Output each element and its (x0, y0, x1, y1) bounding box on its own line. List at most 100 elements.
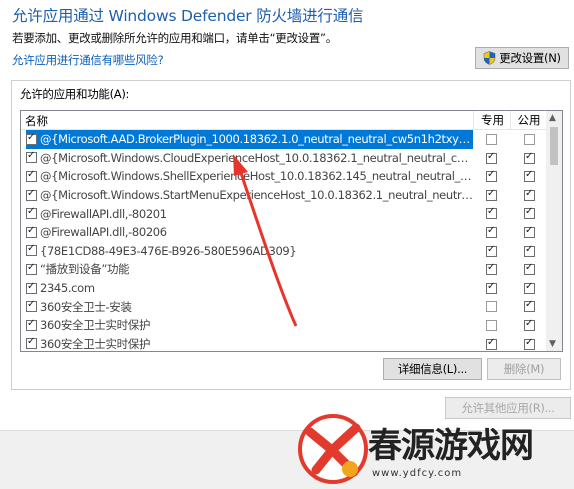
public-checkbox[interactable] (524, 299, 535, 313)
app-name-cell[interactable]: @{Microsoft.AAD.BrokerPlugin_1000.18362.… (26, 130, 473, 149)
public-checkbox[interactable] (524, 281, 535, 294)
private-checkbox[interactable] (486, 151, 497, 164)
app-name: {78E1CD88-49E3-476E-B926-580E596AD309} (40, 243, 297, 258)
private-checkbox[interactable] (486, 169, 497, 183)
change-settings-button[interactable]: 更改设置(N) (475, 47, 569, 69)
app-enabled-checkbox[interactable] (26, 169, 37, 182)
app-enabled-checkbox[interactable] (26, 188, 37, 201)
app-row[interactable]: @{Microsoft.Windows.CloudExperienceHost_… (21, 149, 546, 168)
app-name-cell[interactable]: @{Microsoft.Windows.StartMenuExperienceH… (26, 186, 473, 205)
private-cell (486, 151, 497, 164)
app-name-cell[interactable]: 360安全卫士实时保护 (26, 335, 473, 351)
change-settings-label: 更改设置(N) (499, 51, 561, 65)
column-header-private[interactable]: 专用 (473, 111, 511, 129)
private-checkbox[interactable] (486, 281, 497, 294)
uac-shield-icon (483, 51, 496, 65)
app-enabled-checkbox[interactable] (26, 243, 37, 257)
app-name: 360安全卫士实时保护 (40, 318, 151, 333)
private-checkbox[interactable] (486, 225, 497, 238)
app-row[interactable]: 2345.com (21, 279, 546, 298)
app-row[interactable]: {78E1CD88-49E3-476E-B926-580E596AD309} (21, 242, 546, 261)
app-row[interactable]: @{Microsoft.Windows.StartMenuExperienceH… (21, 186, 546, 205)
app-row[interactable]: 360安全卫士-安装 (21, 297, 546, 316)
instructions-text: 若要添加、更改或删除所允许的应用和端口，请单击“更改设置”。 (12, 31, 337, 45)
app-row[interactable]: @FirewallAPI.dll,-80201 (21, 204, 546, 223)
app-row[interactable]: 360安全卫士实时保护 (21, 335, 546, 351)
app-enabled-checkbox[interactable] (26, 281, 37, 294)
private-checkbox[interactable] (486, 134, 497, 145)
app-enabled-checkbox[interactable] (26, 299, 37, 313)
private-cell (486, 319, 497, 331)
app-name-cell[interactable]: @FirewallAPI.dll,-80206 (26, 223, 473, 242)
column-header-public[interactable]: 公用 (510, 111, 547, 129)
public-cell (524, 188, 535, 201)
app-name-cell[interactable]: @{Microsoft.Windows.ShellExperienceHost_… (26, 167, 473, 186)
watermark: 春源游戏网 www.ydfcy.com (296, 412, 574, 488)
public-cell (524, 244, 535, 257)
public-cell (524, 318, 535, 331)
private-cell (486, 225, 497, 238)
private-checkbox[interactable] (486, 262, 497, 276)
app-name-cell[interactable]: @FirewallAPI.dll,-80201 (26, 204, 473, 223)
scroll-up-icon[interactable]: ▲ (549, 113, 556, 123)
delete-button[interactable]: 删除(M) (487, 358, 561, 380)
app-name-cell[interactable]: {78E1CD88-49E3-476E-B926-580E596AD309} (26, 242, 473, 261)
app-row[interactable]: @FirewallAPI.dll,-80206 (21, 223, 546, 242)
public-checkbox[interactable] (524, 262, 535, 276)
app-row[interactable]: @{Microsoft.Windows.ShellExperienceHost_… (21, 167, 546, 186)
app-name: @{Microsoft.Windows.StartMenuExperienceH… (40, 188, 473, 203)
app-name-cell[interactable]: @{Microsoft.Windows.CloudExperienceHost_… (26, 149, 473, 168)
public-cell (524, 299, 535, 313)
column-header-name[interactable]: 名称 (25, 113, 48, 129)
public-checkbox[interactable] (524, 169, 535, 183)
app-enabled-checkbox[interactable] (26, 262, 37, 275)
scroll-down-icon[interactable]: ▼ (549, 339, 556, 349)
allowed-apps-list[interactable]: 名称 专用 公用 @{Microsoft.AAD.BrokerPlugin_10… (20, 110, 563, 352)
watermark-logo-icon (298, 414, 368, 484)
app-row[interactable]: @{Microsoft.AAD.BrokerPlugin_1000.18362.… (21, 130, 546, 149)
public-cell (524, 262, 535, 276)
public-checkbox[interactable] (524, 134, 535, 145)
private-checkbox[interactable] (486, 188, 497, 201)
private-checkbox[interactable] (486, 337, 497, 350)
details-button[interactable]: 详细信息(L)... (383, 358, 482, 380)
app-name-cell[interactable]: 2345.com (26, 279, 473, 298)
private-cell (486, 169, 497, 183)
private-cell (486, 262, 497, 276)
private-checkbox[interactable] (486, 319, 497, 331)
private-checkbox[interactable] (486, 244, 497, 257)
public-checkbox[interactable] (524, 244, 535, 257)
app-enabled-checkbox[interactable] (26, 206, 37, 220)
vertical-scrollbar[interactable]: ▲ ▼ (546, 111, 562, 351)
app-name: @{Microsoft.Windows.CloudExperienceHost_… (40, 150, 473, 165)
private-cell (486, 244, 497, 257)
app-name-cell[interactable]: 360安全卫士-安装 (26, 297, 473, 316)
public-checkbox[interactable] (524, 318, 535, 331)
app-name-cell[interactable]: 360安全卫士实时保护 (26, 316, 473, 335)
app-row[interactable]: “播放到设备”功能 (21, 260, 546, 279)
public-checkbox[interactable] (524, 151, 535, 164)
scrollbar-thumb[interactable] (550, 127, 558, 165)
public-checkbox[interactable] (524, 206, 535, 220)
app-enabled-checkbox[interactable] (26, 150, 37, 164)
app-enabled-checkbox[interactable] (26, 132, 37, 145)
private-checkbox[interactable] (486, 301, 497, 313)
risk-info-link[interactable]: 允许应用进行通信有哪些风险? (12, 52, 164, 68)
public-checkbox[interactable] (524, 337, 535, 350)
private-cell (486, 206, 497, 220)
app-name: 360安全卫士实时保护 (40, 336, 151, 351)
app-enabled-checkbox[interactable] (26, 318, 37, 331)
app-name: @FirewallAPI.dll,-80201 (40, 206, 167, 221)
app-row[interactable]: 360安全卫士实时保护 (21, 316, 546, 335)
app-name-cell[interactable]: “播放到设备”功能 (26, 260, 473, 279)
private-checkbox[interactable] (486, 206, 497, 220)
private-cell (486, 134, 497, 145)
app-name: 360安全卫士-安装 (40, 299, 132, 314)
app-name: @{Microsoft.Windows.ShellExperienceHost_… (40, 169, 473, 184)
app-enabled-checkbox[interactable] (26, 336, 37, 350)
public-checkbox[interactable] (524, 188, 535, 201)
app-name: @FirewallAPI.dll,-80206 (40, 225, 167, 240)
private-cell (486, 301, 497, 313)
app-enabled-checkbox[interactable] (26, 225, 37, 238)
public-checkbox[interactable] (524, 225, 535, 238)
